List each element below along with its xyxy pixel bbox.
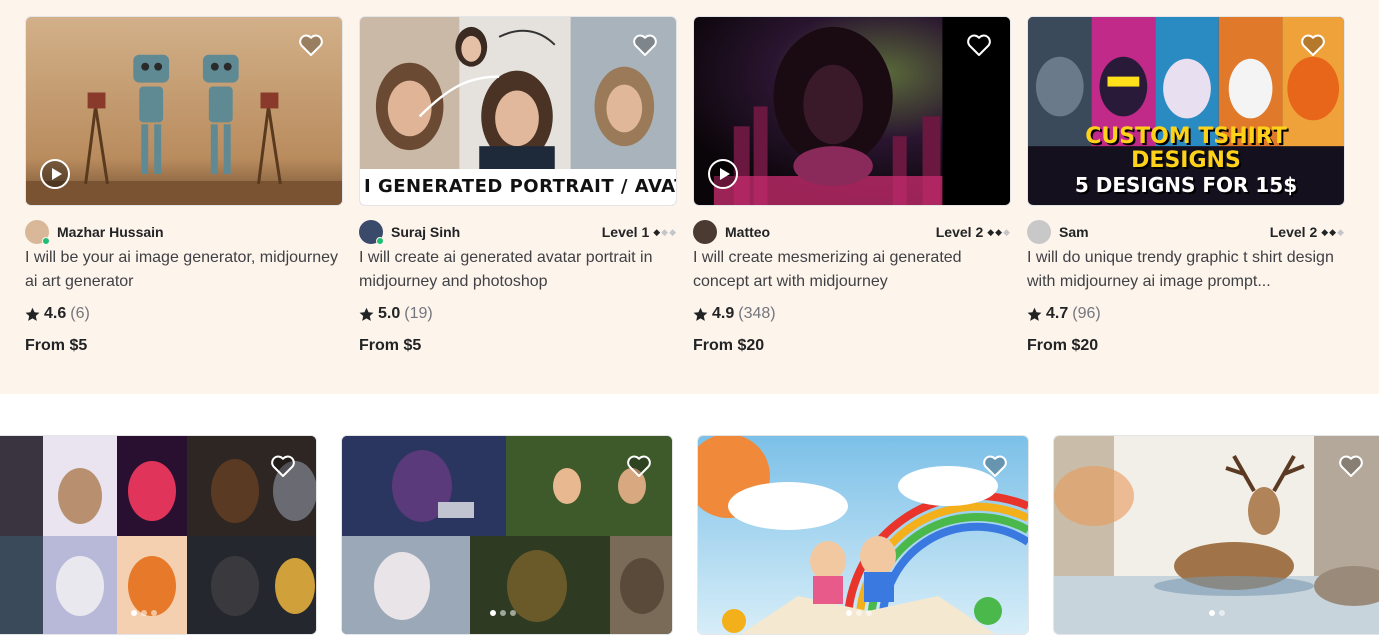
seller-info: Matteo Level 2 ◆◆◆ bbox=[693, 218, 1011, 246]
star-icon bbox=[359, 307, 374, 321]
avatar[interactable] bbox=[693, 220, 717, 244]
review-count: (348) bbox=[738, 305, 776, 322]
watercolor-deer-artwork bbox=[1054, 436, 1379, 634]
anime-characters-card[interactable] bbox=[341, 435, 673, 635]
gig-thumbnail[interactable]: CUSTOM TSHIRT DESIGNS 5 DESIGNS FOR 15$ bbox=[1027, 16, 1345, 206]
robots-artwork bbox=[26, 17, 342, 205]
heart-icon[interactable] bbox=[966, 33, 992, 57]
gig-title[interactable]: I will do unique trendy graphic t shirt … bbox=[1027, 246, 1345, 294]
gig-card[interactable]: CUSTOM TSHIRT DESIGNS 5 DESIGNS FOR 15$ … bbox=[1027, 16, 1345, 358]
carousel-dots[interactable] bbox=[131, 610, 157, 616]
gig-card[interactable]: Mazhar Hussain I will be your ai image g… bbox=[25, 16, 343, 358]
review-count: (96) bbox=[1072, 305, 1101, 322]
seller-info: Sam Level 2 ◆◆◆ bbox=[1027, 218, 1345, 246]
review-count: (19) bbox=[404, 305, 433, 322]
storybook-kids-artwork bbox=[698, 436, 1028, 634]
rating-score: 4.9 bbox=[712, 305, 735, 322]
gig-thumbnail[interactable] bbox=[25, 16, 343, 206]
carousel-dots[interactable] bbox=[1209, 610, 1225, 616]
gig-rating: 5.0 (19) bbox=[359, 302, 677, 326]
gig-card[interactable]: Matteo Level 2 ◆◆◆ I will create mesmeri… bbox=[693, 16, 1011, 358]
gig-thumbnail[interactable]: I GENERATED PORTRAIT / AVATA bbox=[359, 16, 677, 206]
seller-name[interactable]: Mazhar Hussain bbox=[57, 224, 164, 240]
rating-score: 4.7 bbox=[1046, 305, 1069, 322]
gig-price[interactable]: From $20 bbox=[693, 334, 1011, 358]
seller-info: Suraj Sinh Level 1 ◆◆◆ bbox=[359, 218, 677, 246]
gig-title[interactable]: I will create ai generated avatar portra… bbox=[359, 246, 677, 294]
heart-icon[interactable] bbox=[298, 33, 324, 57]
seller-level-label: Level 2 bbox=[1269, 224, 1318, 240]
gig-title[interactable]: I will create mesmerizing ai generated c… bbox=[693, 246, 1011, 294]
seller-level: Level 2 ◆◆◆ bbox=[936, 224, 1011, 240]
rating-score: 5.0 bbox=[378, 305, 401, 322]
gig-rating: 4.7 (96) bbox=[1027, 302, 1345, 326]
star-icon bbox=[25, 307, 40, 321]
overlay-line-1: CUSTOM TSHIRT DESIGNS bbox=[1085, 124, 1287, 173]
thumbnail-banner: I GENERATED PORTRAIT / AVATA bbox=[360, 169, 676, 205]
heart-icon[interactable] bbox=[1338, 454, 1364, 478]
heart-icon[interactable] bbox=[270, 454, 296, 478]
play-icon[interactable] bbox=[708, 159, 738, 189]
diamond-icon: ◆◆◆ bbox=[653, 226, 677, 237]
gig-title[interactable]: I will be your ai image generator, midjo… bbox=[25, 246, 343, 294]
seller-level-label: Level 2 bbox=[935, 224, 984, 240]
avatar[interactable] bbox=[1027, 220, 1051, 244]
gig-price[interactable]: From $5 bbox=[359, 334, 677, 358]
carousel-dots[interactable] bbox=[846, 610, 872, 616]
rating-score: 4.6 bbox=[44, 305, 67, 322]
heart-icon[interactable] bbox=[1300, 33, 1326, 57]
online-indicator bbox=[376, 237, 384, 245]
gig-price[interactable]: From $5 bbox=[25, 334, 343, 358]
seller-level: Level 2 ◆◆◆ bbox=[1270, 224, 1345, 240]
concept-art-artwork bbox=[694, 17, 1010, 205]
seller-info: Mazhar Hussain bbox=[25, 218, 343, 246]
review-count: (6) bbox=[70, 305, 90, 322]
heart-icon[interactable] bbox=[632, 33, 658, 57]
heart-icon[interactable] bbox=[626, 454, 652, 478]
diamond-icon: ◆◆◆ bbox=[987, 226, 1011, 237]
star-icon bbox=[1027, 307, 1042, 321]
watercolor-deer-card[interactable] bbox=[1053, 435, 1379, 635]
play-icon[interactable] bbox=[40, 159, 70, 189]
thumbnail-overlay: CUSTOM TSHIRT DESIGNS 5 DESIGNS FOR 15$ bbox=[1028, 124, 1344, 198]
avatar[interactable] bbox=[359, 220, 384, 245]
seller-name[interactable]: Matteo bbox=[725, 224, 770, 240]
gig-thumbnail[interactable] bbox=[693, 16, 1011, 206]
star-icon bbox=[693, 307, 708, 321]
gig-rating: 4.9 (348) bbox=[693, 302, 1011, 326]
seller-level: Level 1 ◆◆◆ bbox=[602, 224, 677, 240]
anime-characters-artwork bbox=[342, 436, 672, 634]
gig-card[interactable]: I GENERATED PORTRAIT / AVATA Suraj Sinh … bbox=[359, 16, 677, 358]
avatar[interactable] bbox=[25, 220, 50, 245]
diamond-icon: ◆◆◆ bbox=[1321, 226, 1345, 237]
seller-name[interactable]: Suraj Sinh bbox=[391, 224, 460, 240]
heart-icon[interactable] bbox=[982, 454, 1008, 478]
overlay-line-2: 5 DESIGNS FOR 15$ bbox=[1074, 173, 1298, 197]
gig-price[interactable]: From $20 bbox=[1027, 334, 1345, 358]
pets-collage-card[interactable] bbox=[0, 435, 317, 635]
carousel-dots[interactable] bbox=[490, 610, 516, 616]
gig-rating: 4.6 (6) bbox=[25, 302, 343, 326]
online-indicator bbox=[42, 237, 50, 245]
seller-level-label: Level 1 bbox=[601, 224, 650, 240]
storybook-kids-card[interactable] bbox=[697, 435, 1029, 635]
seller-name[interactable]: Sam bbox=[1059, 224, 1089, 240]
